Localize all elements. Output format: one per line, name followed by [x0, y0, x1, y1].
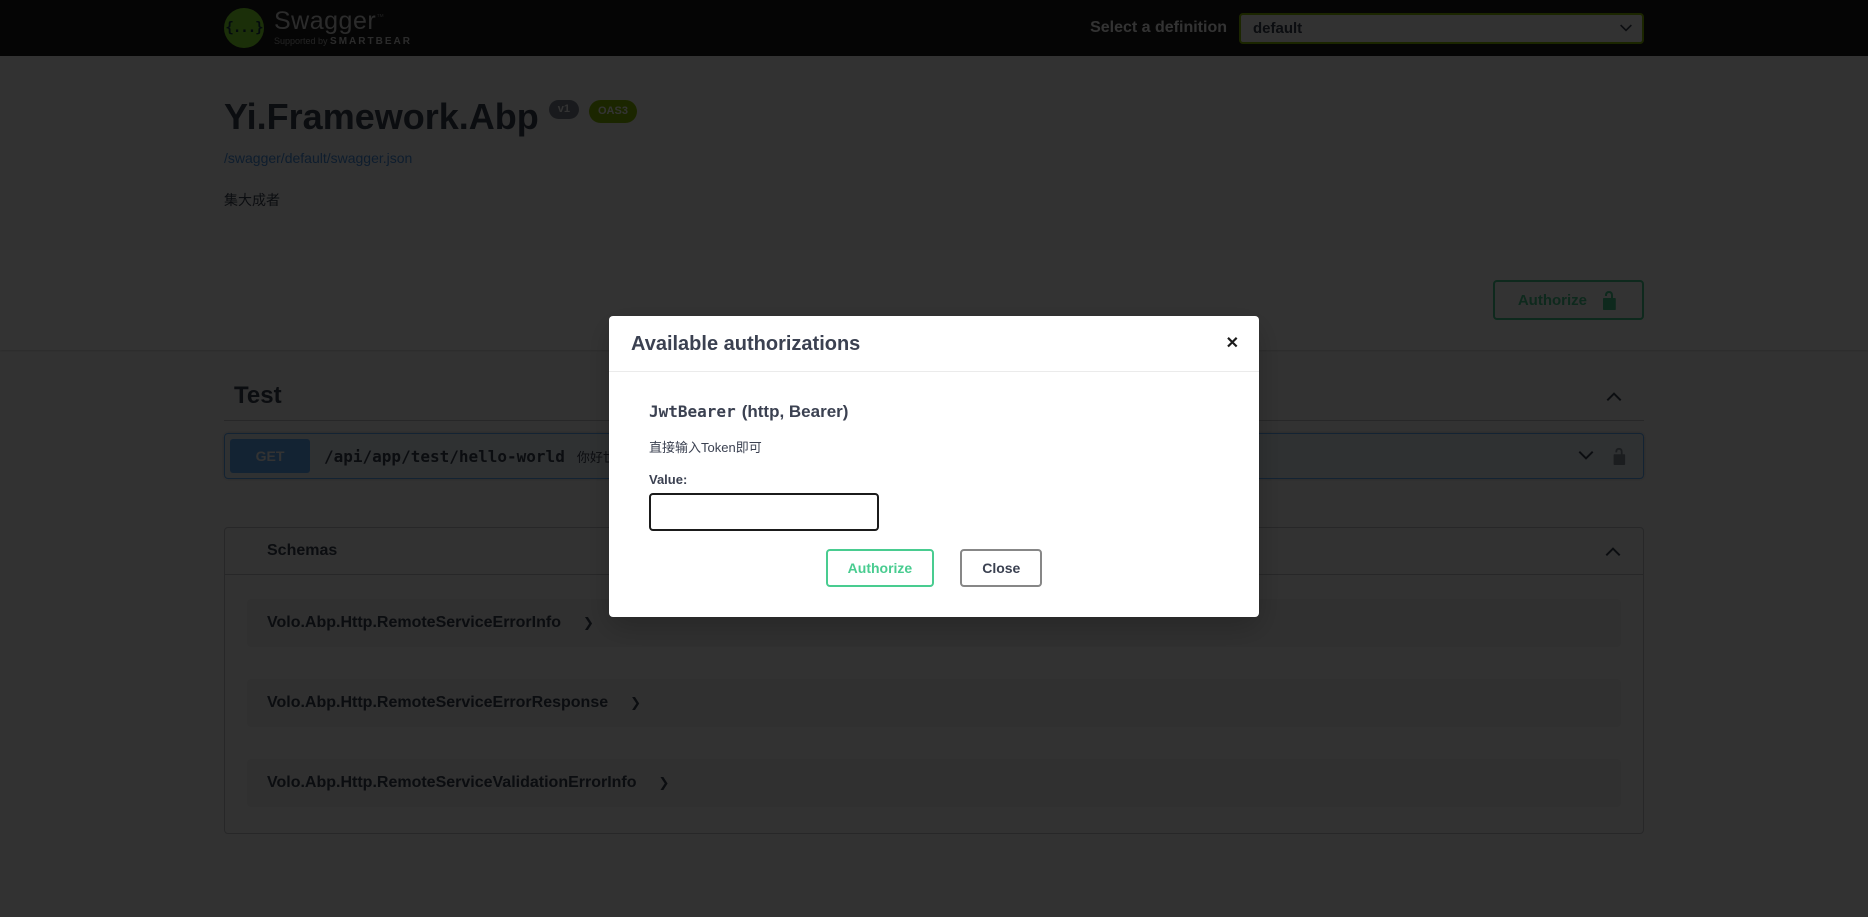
- auth-scheme-heading: JwtBearer (http, Bearer): [649, 402, 1219, 422]
- close-icon[interactable]: ✕: [1222, 332, 1243, 356]
- token-value-input[interactable]: [649, 493, 879, 531]
- authorizations-modal: Available authorizations ✕ JwtBearer (ht…: [609, 316, 1259, 617]
- modal-header: Available authorizations ✕: [609, 316, 1259, 372]
- modal-close-button[interactable]: Close: [960, 549, 1042, 587]
- modal-title: Available authorizations: [631, 333, 860, 356]
- modal-actions: Authorize Close: [649, 549, 1219, 587]
- modal-authorize-button[interactable]: Authorize: [826, 549, 935, 587]
- auth-scheme-name: JwtBearer: [649, 402, 736, 421]
- modal-content: JwtBearer (http, Bearer) 直接输入Token即可 Val…: [609, 372, 1259, 617]
- value-label: Value:: [649, 472, 1219, 487]
- auth-scheme-description: 直接输入Token即可: [649, 437, 1219, 456]
- auth-scheme-type: (http, Bearer): [742, 402, 849, 422]
